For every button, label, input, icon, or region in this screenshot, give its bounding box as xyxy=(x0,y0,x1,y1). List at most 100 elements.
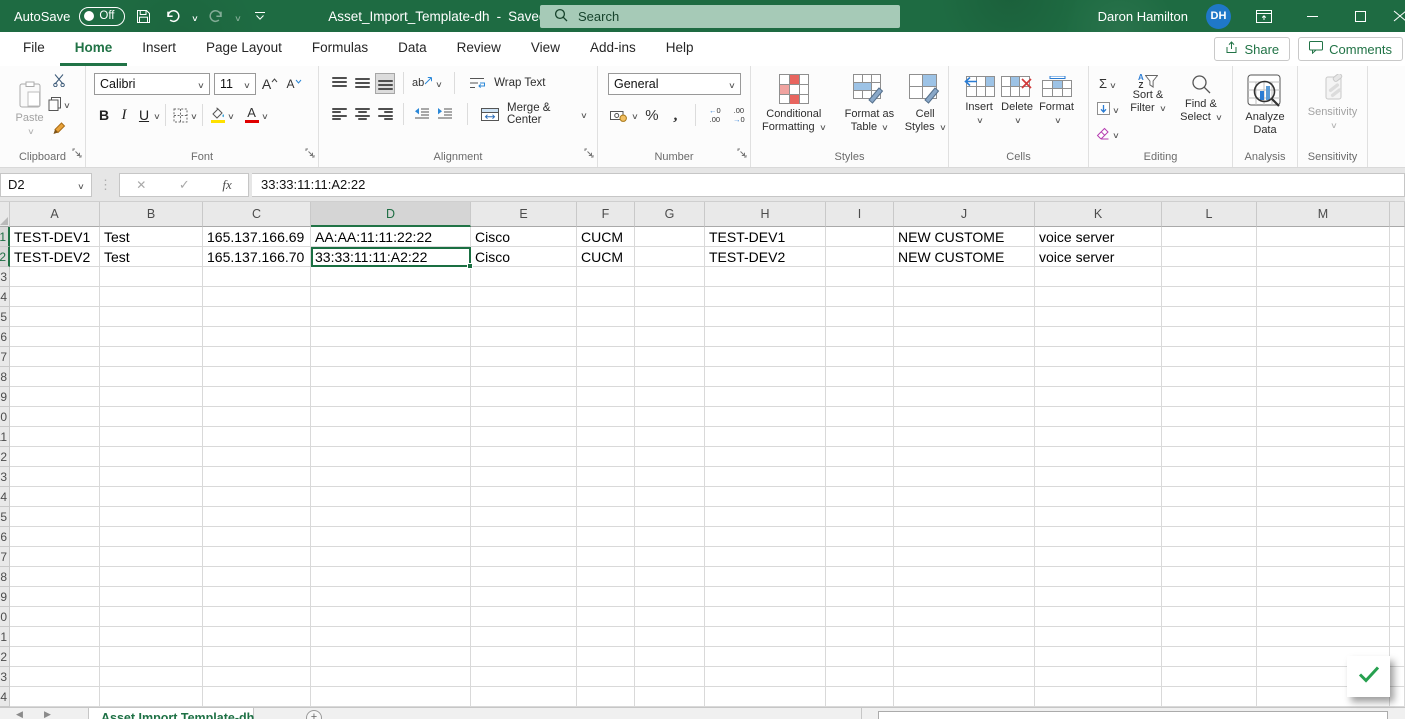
cell-M1[interactable] xyxy=(1257,227,1390,247)
tab-file[interactable]: File xyxy=(8,32,60,66)
customize-quick-access-icon[interactable] xyxy=(250,5,270,27)
cell-J7[interactable] xyxy=(894,347,1035,367)
cell-partial-24[interactable] xyxy=(1390,687,1405,707)
cell-J9[interactable] xyxy=(894,387,1035,407)
cell-D2[interactable]: 33:33:11:11:A2:22 xyxy=(311,247,473,269)
cell-C5[interactable] xyxy=(203,307,311,327)
cell-B8[interactable] xyxy=(100,367,203,387)
tab-insert[interactable]: Insert xyxy=(127,32,191,66)
cell-A6[interactable] xyxy=(10,327,100,347)
cell-L24[interactable] xyxy=(1162,687,1257,707)
cell-G2[interactable] xyxy=(635,247,705,267)
borders-icon[interactable] xyxy=(171,105,191,126)
cell-I23[interactable] xyxy=(826,667,894,687)
align-right-icon[interactable] xyxy=(375,104,395,125)
cell-H3[interactable] xyxy=(705,267,826,287)
cell-G17[interactable] xyxy=(635,547,705,567)
cell-B6[interactable] xyxy=(100,327,203,347)
cell-D24[interactable] xyxy=(311,687,471,707)
align-center-icon[interactable] xyxy=(352,104,372,125)
number-format-combo[interactable]: General xyxy=(608,73,741,95)
alignment-dialog-launcher-icon[interactable] xyxy=(584,145,594,163)
cell-L18[interactable] xyxy=(1162,567,1257,587)
cell-G9[interactable] xyxy=(635,387,705,407)
avatar[interactable]: DH xyxy=(1206,3,1231,29)
italic-button[interactable]: I xyxy=(114,105,134,126)
cell-F15[interactable] xyxy=(577,507,635,527)
cell-J15[interactable] xyxy=(894,507,1035,527)
cell-C20[interactable] xyxy=(203,607,311,627)
undo-chevron-icon[interactable] xyxy=(192,9,198,24)
cell-partial-7[interactable] xyxy=(1390,347,1405,367)
cell-I17[interactable] xyxy=(826,547,894,567)
cell-J16[interactable] xyxy=(894,527,1035,547)
cell-D15[interactable] xyxy=(311,507,471,527)
cell-G11[interactable] xyxy=(635,427,705,447)
cell-A18[interactable] xyxy=(10,567,100,587)
cell-G6[interactable] xyxy=(635,327,705,347)
cell-J17[interactable] xyxy=(894,547,1035,567)
format-as-table-button[interactable]: Format as Table xyxy=(839,71,901,135)
decrease-indent-icon[interactable] xyxy=(412,104,432,125)
row-header-18[interactable]: 18 xyxy=(0,567,10,587)
cell-partial-18[interactable] xyxy=(1390,567,1405,587)
cell-J4[interactable] xyxy=(894,287,1035,307)
cell-H24[interactable] xyxy=(705,687,826,707)
cell-partial-23[interactable] xyxy=(1390,667,1405,687)
cell-C14[interactable] xyxy=(203,487,311,507)
cell-D7[interactable] xyxy=(311,347,471,367)
cell-J2[interactable]: NEW CUSTOME xyxy=(894,247,1035,267)
cell-K20[interactable] xyxy=(1035,607,1162,627)
cell-D23[interactable] xyxy=(311,667,471,687)
cell-E3[interactable] xyxy=(471,267,577,287)
cell-D11[interactable] xyxy=(311,427,471,447)
cell-A8[interactable] xyxy=(10,367,100,387)
tab-home[interactable]: Home xyxy=(59,32,128,66)
column-header-I[interactable]: I xyxy=(826,202,894,227)
column-header-H[interactable]: H xyxy=(705,202,826,227)
cell-I13[interactable] xyxy=(826,467,894,487)
cell-G10[interactable] xyxy=(635,407,705,427)
cell-L21[interactable] xyxy=(1162,627,1257,647)
cell-partial-4[interactable] xyxy=(1390,287,1405,307)
cell-I12[interactable] xyxy=(826,447,894,467)
cell-G13[interactable] xyxy=(635,467,705,487)
cell-I2[interactable] xyxy=(826,247,894,267)
fill-icon[interactable] xyxy=(1096,98,1119,119)
cell-H17[interactable] xyxy=(705,547,826,567)
delete-cells-button[interactable]: Delete xyxy=(1001,73,1033,128)
cell-I22[interactable] xyxy=(826,647,894,667)
cell-M4[interactable] xyxy=(1257,287,1390,307)
cell-F14[interactable] xyxy=(577,487,635,507)
new-sheet-icon[interactable]: + xyxy=(306,710,322,719)
cell-partial-16[interactable] xyxy=(1390,527,1405,547)
underline-chevron-icon[interactable] xyxy=(154,106,160,124)
cell-E18[interactable] xyxy=(471,567,577,587)
cell-C11[interactable] xyxy=(203,427,311,447)
decrease-decimal-icon[interactable]: .00 →0 xyxy=(729,105,749,126)
cell-A3[interactable] xyxy=(10,267,100,287)
active-sheet-tab[interactable]: Asset Import Template-dh xyxy=(88,708,254,719)
cell-partial-14[interactable] xyxy=(1390,487,1405,507)
cell-D8[interactable] xyxy=(311,367,471,387)
cell-L15[interactable] xyxy=(1162,507,1257,527)
cell-E13[interactable] xyxy=(471,467,577,487)
cell-D22[interactable] xyxy=(311,647,471,667)
cell-L7[interactable] xyxy=(1162,347,1257,367)
cell-D5[interactable] xyxy=(311,307,471,327)
row-header-4[interactable]: 4 xyxy=(0,287,10,307)
cell-A21[interactable] xyxy=(10,627,100,647)
cell-partial-17[interactable] xyxy=(1390,547,1405,567)
increase-indent-icon[interactable] xyxy=(435,104,455,125)
cell-E6[interactable] xyxy=(471,327,577,347)
cell-G3[interactable] xyxy=(635,267,705,287)
cell-A20[interactable] xyxy=(10,607,100,627)
cell-C1[interactable]: 165.137.166.69 xyxy=(203,227,311,247)
cell-L12[interactable] xyxy=(1162,447,1257,467)
cell-J11[interactable] xyxy=(894,427,1035,447)
cell-partial-8[interactable] xyxy=(1390,367,1405,387)
row-header-9[interactable]: 9 xyxy=(0,387,10,407)
cell-B1[interactable]: Test xyxy=(100,227,203,247)
cell-H18[interactable] xyxy=(705,567,826,587)
cell-I20[interactable] xyxy=(826,607,894,627)
